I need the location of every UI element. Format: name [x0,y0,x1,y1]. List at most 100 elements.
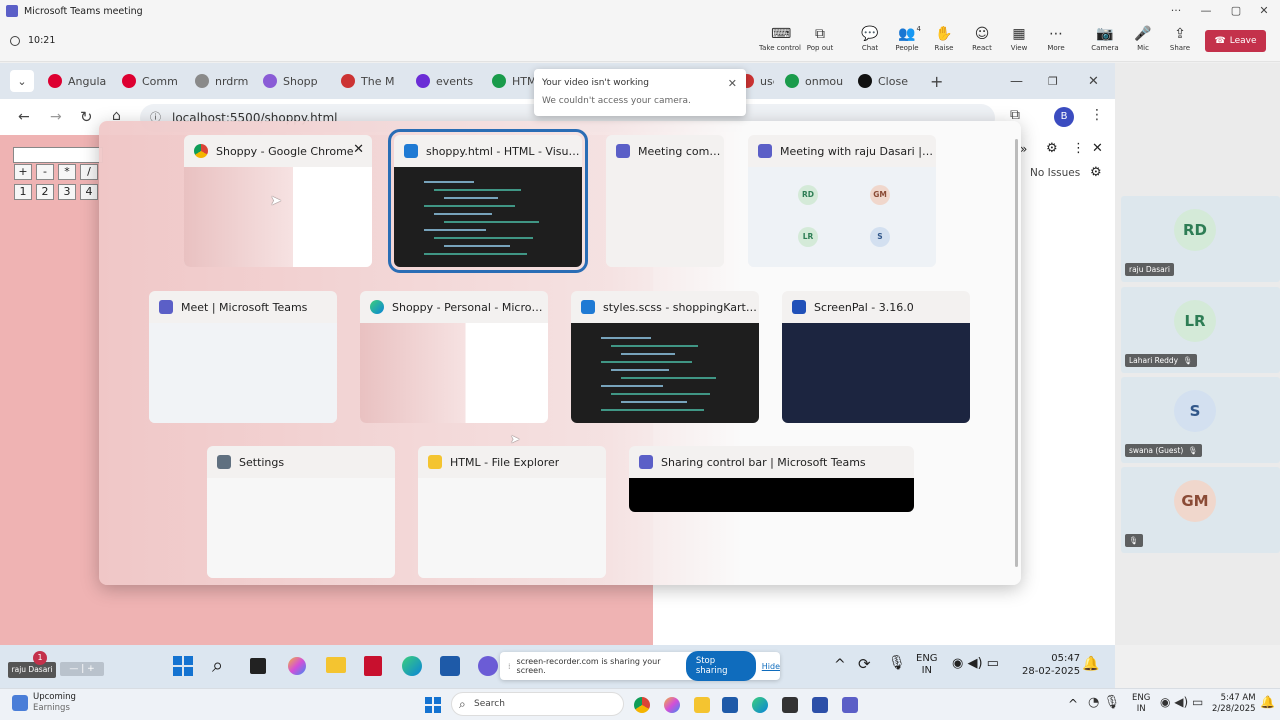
network-volume-icons-outer[interactable]: ◉ ◀) ▭ [1160,695,1203,709]
participant-tile[interactable]: RD raju Dasari [1121,196,1280,282]
store-icon[interactable] [440,656,460,676]
calc-digit-button[interactable]: 3 [58,184,76,200]
task-view-icon[interactable] [250,658,266,674]
window-thumbnail[interactable]: Meeting comp... [606,135,724,267]
window-thumbnail[interactable]: Meet | Microsoft Teams [149,291,337,423]
notification-icon-outer[interactable]: 🔔 [1260,695,1275,709]
drag-handle-icon[interactable]: ⁞ [508,662,511,671]
window-thumbnail[interactable]: Sharing control bar | Microsoft Teams [629,446,914,512]
window-thumbnail[interactable]: shoppy.html - HTML - Visual... [388,129,588,273]
window-thumbnail[interactable]: HTML - File Explorer [418,446,606,578]
windows-start-icon-outer[interactable] [424,696,442,714]
edge-taskbar-icon[interactable] [752,697,768,713]
more-button[interactable]: ⋯ More [1034,25,1078,52]
language-indicator-outer[interactable]: ENG IN [1132,693,1150,715]
chrome-tab[interactable]: events [416,70,480,92]
tray-chevron-icon-outer[interactable]: ^ [1068,697,1078,711]
thumbnail-title: Settings [239,455,285,469]
reload-icon[interactable]: ↻ [80,108,93,126]
calc-digit-button[interactable]: 1 [14,184,32,200]
calc-op-button[interactable]: * [58,164,76,180]
tray-chevron-icon[interactable]: ^ [834,657,846,673]
toast-close-icon[interactable]: ✕ [728,77,737,90]
pop-out-button[interactable]: ⧉ Pop out [798,25,842,52]
tab-search-button[interactable]: ⌄ [10,70,34,92]
take-control-button[interactable]: ⌨ Take control [758,25,802,52]
window-thumbnail[interactable]: Meeting with raju Dasari | Mic... RD GM LR S [748,135,936,267]
switcher-scrollbar[interactable] [1015,139,1018,567]
forward-icon[interactable]: → [50,109,62,125]
stop-sharing-button[interactable]: Stop sharing [685,651,756,681]
network-volume-icons[interactable]: ◉ ◀) ▭ [952,656,999,671]
calculator-display[interactable] [13,147,103,163]
participant-tile[interactable]: Sswana (Guest) 🎙 [1121,377,1280,463]
window-thumbnail[interactable]: Settings [207,446,395,578]
mcafee-icon[interactable] [364,656,382,676]
chrome-tab[interactable]: Angula [48,70,112,92]
app-icon[interactable] [478,656,498,676]
teams-taskbar-icon[interactable] [842,697,858,713]
zoom-controls[interactable]: — | + [60,662,104,676]
share-button[interactable]: ⇪ Share [1158,25,1202,52]
minimize-button[interactable]: — [1192,0,1220,22]
more-options-icon[interactable]: ··· [1162,0,1190,22]
upcoming-widget[interactable]: Upcoming Earnings [33,692,76,714]
explorer-taskbar-icon[interactable] [694,697,710,713]
participant-tile[interactable]: LR Lahari Reddy 🎙 [1121,287,1280,373]
clock[interactable]: 05:47 28-02-2025 [1022,652,1080,678]
thumbnail-preview [360,323,548,423]
weather-widget-icon[interactable] [12,695,28,711]
copilot-taskbar-icon[interactable] [664,697,680,713]
chrome-menu-icon[interactable]: ⋮ [1090,107,1104,123]
calc-op-button[interactable]: - [36,164,54,180]
chrome-tab[interactable]: Close [858,70,922,92]
chrome-maximize-button[interactable]: ❐ [1048,70,1058,92]
windows-start-icon[interactable] [172,655,194,677]
maximize-button[interactable]: ▢ [1222,0,1250,22]
profile-avatar[interactable]: B [1054,107,1074,127]
chrome-tab[interactable]: The M [341,70,405,92]
window-thumbnail[interactable]: Shoppy - Personal - Microsoft... [360,291,548,423]
tray-icons[interactable]: ◔ 🎙 [1088,695,1120,710]
back-icon[interactable]: ← [18,109,30,125]
calc-digit-button[interactable]: 2 [36,184,54,200]
new-tab-button[interactable]: + [930,70,946,92]
edge-icon[interactable] [402,656,422,676]
devtools-expand-icon[interactable]: » [1020,142,1027,156]
leave-button[interactable]: ☎ Leave [1205,30,1266,52]
chrome-tab[interactable]: nrdrm [195,70,259,92]
chrome-close-button[interactable]: ✕ [1088,70,1099,92]
copilot-icon[interactable] [288,657,306,675]
app2-taskbar-icon[interactable] [812,697,828,713]
language-indicator[interactable]: ENG IN [916,653,938,677]
mic-tray-icon[interactable]: 🎙 [888,655,906,671]
close-button[interactable]: ✕ [1250,0,1278,22]
chrome-tab[interactable]: onmou [785,70,849,92]
thumbnail-close-icon[interactable]: ✕ [353,142,364,157]
calc-op-button[interactable]: / [80,164,98,180]
participant-tile[interactable]: GM 🎙 [1121,467,1280,553]
hide-link[interactable]: Hide [762,662,780,671]
devtools-menu-icon[interactable]: ⋮ [1072,141,1085,156]
chrome-taskbar-icon[interactable] [634,697,650,713]
sync-icon[interactable]: ⟳ [858,655,871,673]
clock-outer[interactable]: 5:47 AM 2/28/2025 [1212,693,1256,715]
tab-favicon-icon [416,74,430,88]
more-icon: ⋯ [1049,26,1063,42]
window-thumbnail[interactable]: styles.scss - shoppingKart - Vi... [571,291,759,423]
chrome-minimize-button[interactable]: — [1010,70,1023,92]
app-taskbar-icon[interactable] [782,697,798,713]
notification-icon[interactable]: 🔔 [1082,656,1099,672]
taskbar-search[interactable]: ⌕ Search [451,692,624,716]
chrome-tab[interactable]: Shopp [263,70,327,92]
store-taskbar-icon[interactable] [722,697,738,713]
devtools-settings-icon[interactable]: ⚙ [1046,141,1058,156]
calc-op-button[interactable]: + [14,164,32,180]
file-explorer-icon[interactable] [326,657,346,673]
chrome-tab[interactable]: Comm [122,70,186,92]
devtools-close-icon[interactable]: ✕ [1092,141,1103,156]
calc-digit-button[interactable]: 4 [80,184,98,200]
search-icon[interactable]: ⌕ [212,653,223,677]
window-thumbnail[interactable]: ScreenPal - 3.16.0 [782,291,970,423]
issues-settings-icon[interactable]: ⚙ [1090,165,1102,180]
